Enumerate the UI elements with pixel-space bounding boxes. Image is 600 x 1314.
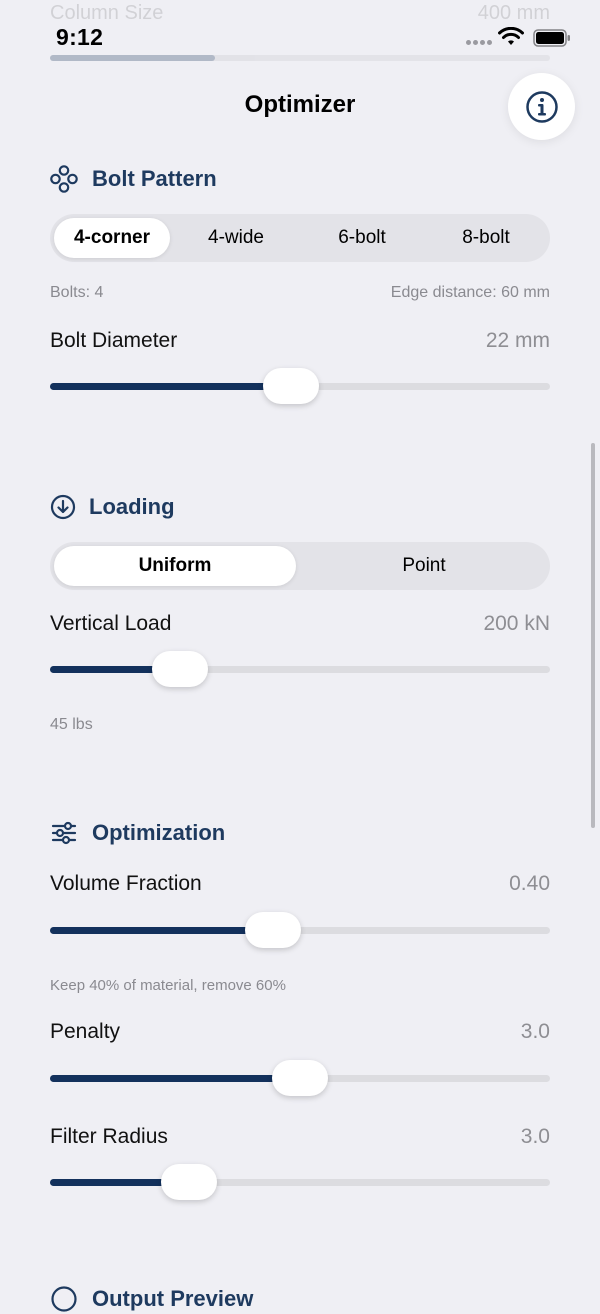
bolt-pattern-icon	[50, 165, 78, 193]
vertical-load-slider[interactable]	[50, 649, 550, 689]
volume-fraction-slider[interactable]	[50, 910, 550, 950]
slider-fill	[50, 1075, 300, 1082]
segment-8-bolt[interactable]: 8-bolt	[426, 218, 546, 258]
wifi-icon	[498, 27, 524, 45]
section-header-bolt-pattern: Bolt Pattern	[50, 164, 217, 194]
loading-segmented-control[interactable]: Uniform Point	[50, 542, 550, 590]
segment-6-bolt[interactable]: 6-bolt	[300, 218, 424, 258]
scroll-indicator[interactable]	[591, 443, 595, 828]
section-header-optimization: Optimization	[50, 818, 225, 848]
segment-point[interactable]: Point	[302, 546, 546, 586]
vertical-load-label: Vertical Load	[50, 612, 172, 635]
slider-thumb[interactable]	[245, 912, 302, 948]
segment-4-wide[interactable]: 4-wide	[174, 218, 298, 258]
slider-thumb[interactable]	[263, 368, 320, 404]
load-conversion-note: 45 lbs	[50, 716, 93, 733]
faded-slider-track	[50, 55, 550, 61]
faded-slider-fill	[50, 55, 215, 61]
slider-thumb[interactable]	[272, 1060, 328, 1096]
status-time: 9:12	[56, 24, 104, 50]
battery-icon	[533, 29, 570, 47]
filter-radius-label: Filter Radius	[50, 1125, 168, 1148]
penalty-label: Penalty	[50, 1020, 121, 1043]
volume-fraction-value: 0.40	[509, 872, 550, 895]
bolt-count-text: Bolts: 4	[50, 284, 104, 301]
slider-thumb[interactable]	[152, 651, 209, 687]
sliders-icon	[50, 819, 78, 847]
signal-dots-icon	[466, 40, 492, 46]
slider-fill	[50, 383, 292, 390]
section-header-loading: Loading	[50, 492, 175, 522]
info-circle-icon	[525, 90, 558, 123]
penalty-value: 3.0	[520, 1020, 550, 1043]
vertical-load-value: 200 kN	[483, 612, 550, 635]
faded-setting-value: 400 mm	[477, 2, 550, 24]
section-title-output-preview: Output Preview	[92, 1286, 254, 1311]
penalty-slider[interactable]	[50, 1058, 550, 1098]
faded-setting-label: Column Size	[50, 2, 164, 24]
eye-circle-icon	[50, 1285, 78, 1313]
slider-fill	[50, 927, 274, 934]
bolt-pattern-segmented-control[interactable]: 4-corner 4-wide 6-bolt 8-bolt	[50, 214, 550, 262]
info-button[interactable]	[508, 73, 575, 140]
edge-distance-text: Edge distance: 60 mm	[390, 284, 550, 301]
slider-thumb[interactable]	[161, 1164, 217, 1200]
filter-radius-value: 3.0	[520, 1125, 550, 1148]
segment-4-corner[interactable]: 4-corner	[54, 218, 170, 258]
filter-radius-slider[interactable]	[50, 1162, 550, 1202]
section-title-optimization: Optimization	[92, 820, 226, 845]
arrow-down-circle-icon	[50, 493, 76, 521]
bolt-diameter-value: 22 mm	[485, 329, 550, 352]
faded-setting-row: Column Size 400 mm	[50, 2, 550, 24]
bolt-diameter-label: Bolt Diameter	[50, 329, 178, 352]
section-title-bolt-pattern: Bolt Pattern	[92, 166, 217, 191]
section-title-loading: Loading	[89, 494, 175, 519]
volume-fraction-label: Volume Fraction	[50, 872, 202, 895]
bolt-diameter-slider[interactable]	[50, 366, 550, 406]
section-header-output-preview: Output Preview	[50, 1284, 253, 1314]
volume-fraction-note: Keep 40% of material, remove 60%	[50, 977, 286, 994]
segment-uniform[interactable]: Uniform	[54, 546, 296, 586]
